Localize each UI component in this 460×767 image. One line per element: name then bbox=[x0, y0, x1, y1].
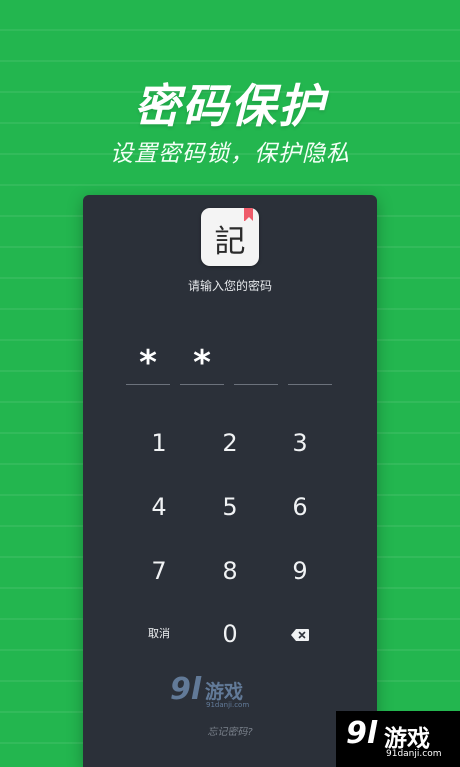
page-title: 密码保护 bbox=[134, 79, 326, 133]
delete-button[interactable] bbox=[265, 608, 335, 660]
pin-slot-4 bbox=[288, 343, 332, 385]
corner-watermark: 9l 游戏 91danji.com bbox=[336, 711, 460, 767]
keypad-key-3[interactable]: 3 bbox=[265, 417, 335, 469]
pin-slot-3 bbox=[234, 343, 278, 385]
forgot-password-link[interactable]: 忘记密码? bbox=[83, 723, 377, 738]
keypad-key-9[interactable]: 9 bbox=[265, 545, 335, 597]
watermark-logo: 9l 游戏 91danji.com bbox=[170, 673, 262, 717]
pin-digit-1: * bbox=[139, 343, 157, 383]
keypad-key-8[interactable]: 8 bbox=[195, 545, 265, 597]
keypad-key-4[interactable]: 4 bbox=[124, 481, 194, 533]
pin-underline-1 bbox=[126, 384, 170, 385]
page-subtitle: 设置密码锁，保护隐私 bbox=[110, 141, 350, 167]
watermark-name: 游戏 bbox=[205, 681, 244, 703]
lock-screen-panel: 記 请输入您的密码 * * 1 2 3 4 5 6 7 8 9 取消 0 忘记密… bbox=[83, 195, 377, 767]
corner-watermark-url: 91danji.com bbox=[386, 749, 442, 759]
watermark-url: 91danji.com bbox=[206, 701, 250, 709]
keypad-key-7[interactable]: 7 bbox=[124, 545, 194, 597]
bookmark-notch bbox=[245, 217, 253, 221]
corner-watermark-name: 游戏 bbox=[384, 726, 430, 752]
password-prompt: 请输入您的密码 bbox=[187, 279, 272, 293]
backspace-icon bbox=[291, 629, 309, 641]
watermark-number: 9l bbox=[170, 672, 202, 707]
pin-digit-2: * bbox=[193, 343, 211, 383]
corner-watermark-number: 9l bbox=[346, 716, 378, 751]
keypad-key-0[interactable]: 0 bbox=[195, 608, 265, 660]
notebook-app-icon: 記 bbox=[201, 208, 259, 266]
pin-underline-3 bbox=[234, 384, 278, 385]
keypad-key-1[interactable]: 1 bbox=[124, 417, 194, 469]
keypad-key-6[interactable]: 6 bbox=[265, 481, 335, 533]
app-icon-glyph: 記 bbox=[214, 224, 246, 260]
cancel-button[interactable]: 取消 bbox=[124, 608, 194, 660]
keypad-key-5[interactable]: 5 bbox=[195, 481, 265, 533]
pin-underline-2 bbox=[180, 384, 224, 385]
pin-slot-1: * bbox=[126, 343, 170, 385]
keypad-key-2[interactable]: 2 bbox=[195, 417, 265, 469]
pin-slot-2: * bbox=[180, 343, 224, 385]
pin-underline-4 bbox=[288, 384, 332, 385]
